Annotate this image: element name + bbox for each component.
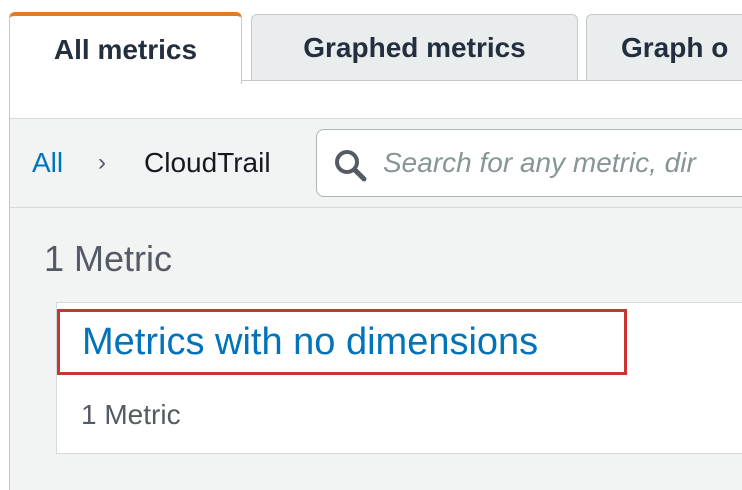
breadcrumb-current: CloudTrail — [144, 147, 271, 178]
metric-search-box[interactable] — [316, 129, 742, 197]
tab-graph-options[interactable]: Graph o — [586, 14, 742, 80]
metric-count-heading: 1 Metric — [44, 238, 173, 279]
tab-all-metrics[interactable]: All metrics — [9, 12, 242, 84]
metric-group-count: 1 Metric — [81, 399, 181, 430]
metrics-browser-panel: 1 Metric Metrics with no dimensions 1 Me… — [10, 208, 742, 490]
search-icon — [335, 150, 367, 182]
tab-divider — [242, 80, 742, 81]
breadcrumb-separator-icon: › — [98, 149, 106, 176]
breadcrumb-all-link[interactable]: All — [32, 147, 63, 179]
search-input[interactable] — [383, 130, 742, 196]
metrics-tab-bar: All metrics Graphed metrics Graph o — [0, 0, 742, 84]
metric-group-card: Metrics with no dimensions 1 Metric — [56, 302, 742, 454]
tab-graphed-metrics[interactable]: Graphed metrics — [251, 14, 578, 80]
metrics-with-no-dimensions-link[interactable]: Metrics with no dimensions — [57, 309, 627, 375]
metrics-toolbar: All › CloudTrail — [10, 118, 742, 208]
